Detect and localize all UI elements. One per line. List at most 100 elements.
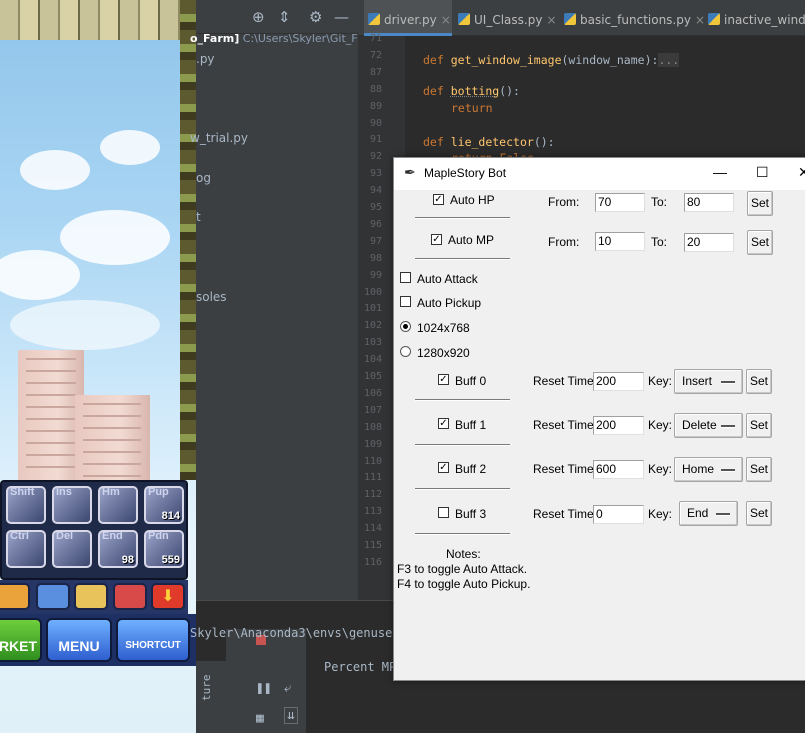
hide-icon[interactable]: — [334, 8, 349, 26]
structure-tab-label[interactable]: ture [200, 675, 213, 702]
project-panel: ⊕ ⇕ ⚙ — o_Farm] C:\Users\Skyler\Git_F .p… [190, 0, 358, 600]
cloud [60, 210, 170, 265]
line-number: 72 [369, 49, 382, 61]
code-line: return [451, 101, 493, 115]
line-number: 94 [369, 185, 382, 197]
cash-shop-button[interactable]: RKET [0, 618, 42, 662]
stats-icon[interactable] [36, 583, 70, 610]
line-number: 116 [363, 556, 382, 568]
separator [415, 488, 510, 489]
building [75, 395, 150, 485]
buff2-set-button[interactable]: Set [746, 457, 772, 482]
project-root[interactable]: o_Farm] C:\Users\Skyler\Git_F [190, 32, 358, 45]
close-icon[interactable]: × [695, 13, 705, 27]
buff0-set-button[interactable]: Set [746, 369, 772, 394]
menu-icon-row: ⬇ [0, 580, 188, 614]
quickslot-pup[interactable]: Pup 814 [144, 486, 184, 524]
buff1-key-select[interactable]: Delete [674, 413, 743, 438]
tab-basic-functions[interactable]: basic_functions.py × [564, 0, 705, 36]
collapse-icon[interactable]: ⇕ [278, 8, 291, 26]
notes-title: Notes: [446, 547, 481, 561]
project-file[interactable]: w_trial.py [190, 131, 248, 145]
buff3-reset-label: Reset Time: [533, 507, 598, 521]
buff3-key-select[interactable]: End [679, 501, 738, 526]
python-file-icon [368, 13, 380, 25]
buff2-checkbox[interactable]: ✓ [438, 462, 449, 473]
buff2-reset-input[interactable]: 600 [593, 460, 644, 479]
buff0-checkbox[interactable]: ✓ [438, 374, 449, 385]
auto-hp-set-button[interactable]: Set [747, 191, 773, 216]
auto-mp-checkbox[interactable]: ✓ [431, 234, 442, 245]
python-file-icon [458, 13, 470, 25]
line-number: 89 [369, 100, 382, 112]
project-file[interactable]: og [196, 171, 211, 185]
tab-ui-class[interactable]: UI_Class.py × [458, 0, 557, 36]
quickslot-end[interactable]: End 98 [98, 530, 138, 568]
auto-attack-label: Auto Attack [417, 272, 478, 286]
line-number: 103 [363, 337, 382, 349]
quickslot-del[interactable]: Del [52, 530, 92, 568]
target-icon[interactable]: ⊕ [252, 8, 265, 26]
buff1-set-button[interactable]: Set [746, 413, 772, 438]
minimize-button[interactable]: — [713, 164, 727, 180]
auto-pickup-checkbox[interactable] [400, 296, 411, 307]
wrap-icon[interactable]: ⤶ [284, 681, 291, 696]
auto-pickup-label: Auto Pickup [417, 296, 482, 310]
quickslot-panel: Shift Ins Hm Pup 814 Ctrl Del End 98 Pdn 55… [0, 480, 188, 580]
quickslot-ins[interactable]: Ins [52, 486, 92, 524]
buff3-reset-input[interactable]: 0 [593, 505, 644, 524]
console-toolbar: ❚❚ ⤶ ▦ ⇊ [226, 629, 306, 733]
auto-mp-set-button[interactable]: Set [747, 230, 773, 255]
buff1-checkbox[interactable]: ✓ [438, 418, 449, 429]
maplestory-bot-window: ✒ MapleStory Bot — ☐ ✕ ✓ Auto HP From: 7… [393, 157, 805, 681]
close-icon[interactable]: × [441, 13, 451, 27]
auto-mp-from-input[interactable]: 10 [595, 232, 645, 251]
title-bar[interactable]: ✒ MapleStory Bot — ☐ ✕ [394, 158, 805, 190]
line-number: 110 [363, 455, 382, 467]
auto-hp-checkbox[interactable]: ✓ [433, 194, 444, 205]
close-button[interactable]: ✕ [798, 164, 805, 181]
buff3-checkbox[interactable] [438, 507, 449, 518]
game-window: Shift Ins Hm Pup 814 Ctrl Del End 98 Pdn 55… [0, 0, 196, 733]
arrow-down-icon[interactable]: ⬇ [151, 583, 185, 610]
buff0-key-select[interactable]: Insert [674, 369, 743, 394]
note-line: F4 to toggle Auto Pickup. [397, 577, 531, 591]
shoe-icon[interactable] [113, 583, 147, 610]
scroll-end-icon[interactable]: ⇊ [284, 707, 298, 724]
project-file[interactable]: soles [196, 290, 227, 304]
quickslot-shift[interactable]: Shift [6, 486, 46, 524]
quickslot-hm[interactable]: Hm [98, 486, 138, 524]
bag-icon[interactable] [0, 583, 30, 610]
separator [415, 533, 510, 534]
project-file[interactable]: .py [196, 52, 215, 66]
book-icon[interactable] [74, 583, 108, 610]
buff1-reset-input[interactable]: 200 [593, 416, 644, 435]
resolution-1280-radio[interactable] [400, 346, 411, 357]
buff2-key-select[interactable]: Home [674, 457, 743, 482]
project-file[interactable]: t [196, 210, 201, 224]
auto-hp-from-input[interactable]: 70 [595, 193, 645, 212]
line-number: 100 [363, 286, 382, 298]
resolution-1280-label: 1280x920 [417, 346, 470, 360]
line-number: 90 [369, 117, 382, 129]
layout-icon[interactable]: ▦ [256, 711, 264, 726]
maximize-button[interactable]: ☐ [756, 164, 769, 181]
resolution-1024-radio[interactable] [400, 321, 411, 332]
buff0-reset-input[interactable]: 200 [593, 372, 644, 391]
pause-icon[interactable]: ❚❚ [256, 681, 272, 696]
buff3-set-button[interactable]: Set [746, 501, 772, 526]
quickslot-pdn[interactable]: Pdn 559 [144, 530, 184, 568]
auto-attack-checkbox[interactable] [400, 272, 411, 283]
close-icon[interactable]: × [546, 13, 556, 27]
auto-mp-to-input[interactable]: 20 [684, 233, 734, 252]
line-number: 108 [363, 421, 382, 433]
menu-button[interactable]: MENU [46, 618, 112, 662]
shortcut-button[interactable]: SHORTCUT [116, 618, 190, 662]
tab-inactive-window[interactable]: inactive_window [708, 0, 805, 36]
quickslot-ctrl[interactable]: Ctrl [6, 530, 46, 568]
tab-driver[interactable]: driver.py × [364, 0, 452, 36]
buff1-reset-label: Reset Time: [533, 418, 598, 432]
buff3-key-label: Key: [648, 507, 673, 521]
auto-hp-to-input[interactable]: 80 [684, 193, 734, 212]
gear-icon[interactable]: ⚙ [309, 8, 322, 26]
